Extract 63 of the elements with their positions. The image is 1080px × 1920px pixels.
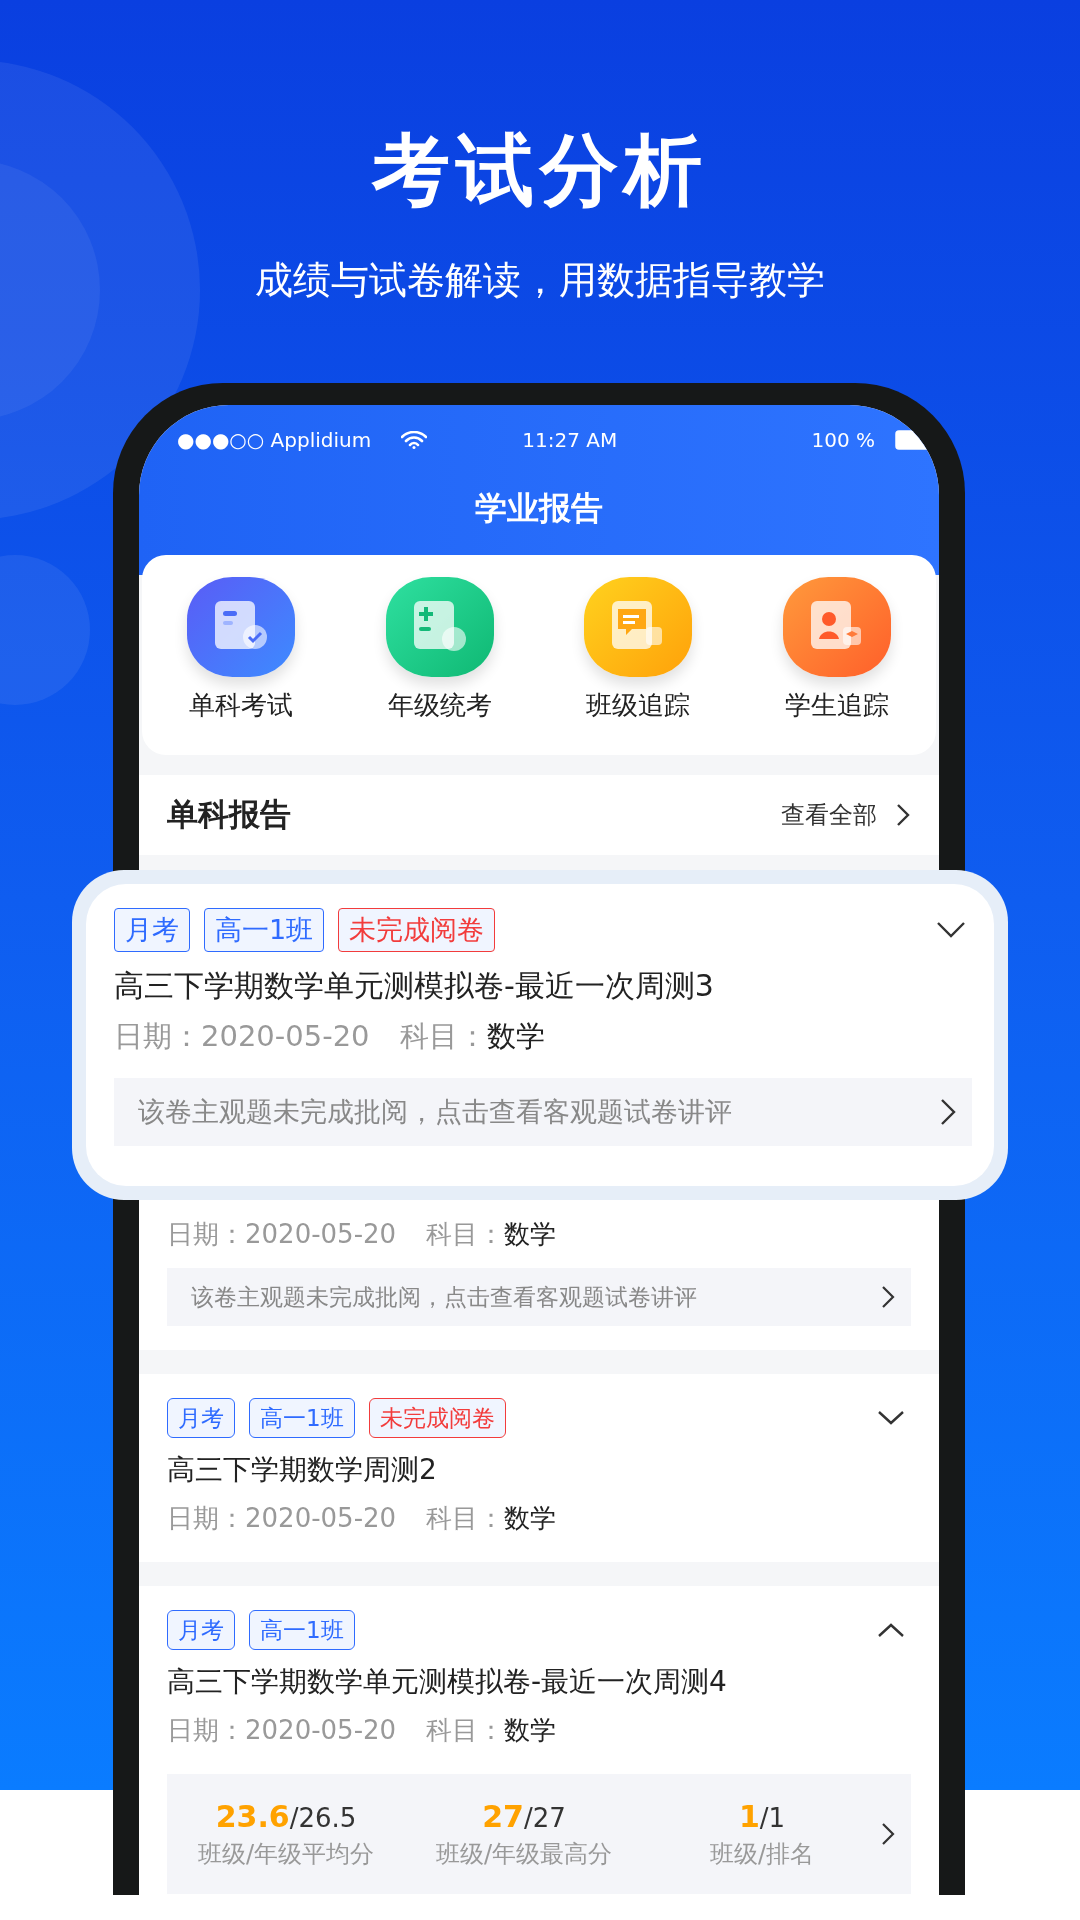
tag-label: 高一1班 <box>204 908 325 952</box>
tag-label: 高一1班 <box>249 1398 355 1438</box>
shortcut-label[interactable]: 学生追踪 <box>784 687 889 723</box>
report-title: 高三下学期数学单元测模拟卷-最近一次周测4 <box>167 1664 728 1700</box>
tag-label: 月考 <box>167 1398 235 1438</box>
carrier-text: ●●●○○ Applidium <box>177 428 372 452</box>
plus-document-icon[interactable] <box>385 577 494 677</box>
subject-value: 数学 <box>504 1502 557 1535</box>
chevron-down-icon[interactable] <box>936 921 966 939</box>
view-all-link[interactable]: 查看全部 <box>781 799 877 831</box>
tag-label: 未完成阅卷 <box>338 908 496 952</box>
subject-value: 数学 <box>504 1714 557 1747</box>
chevron-right-icon <box>940 1098 956 1126</box>
tag-label: 月考 <box>114 908 190 952</box>
report-card[interactable]: 月考 高一1班 高三下学期数学单元测模拟卷-最近一次周测4 日期：2020-05-20 科目：数学 23.6/26.5 班级/年级平均分 27/27 班级/年级最高分 1/1 班级/排名 <box>139 1586 939 1895</box>
note-text: 该卷主观题未完成批阅，点击查看客观题试卷讲评 <box>191 1282 698 1312</box>
tag-label: 月考 <box>167 1610 235 1650</box>
subject-value: 数学 <box>504 1218 557 1251</box>
stat-value: 23.6/26.5 <box>214 1798 358 1834</box>
chevron-right-icon <box>881 1285 895 1309</box>
battery-text: 100 % <box>811 428 875 452</box>
stat-label: 班级/年级最高分 <box>434 1838 614 1870</box>
date-label: 日期： <box>167 1714 245 1747</box>
status-time: 11:27 AM <box>522 428 618 452</box>
stat-value: 27/27 <box>481 1798 567 1834</box>
date-value: 2020-05-20 <box>245 1502 397 1535</box>
date-value: 2020-05-20 <box>201 1018 370 1055</box>
wifi-icon <box>401 431 428 449</box>
report-title: 高三下学期数学单元测模拟卷-最近一次周测3 <box>114 967 715 1005</box>
date-value: 2020-05-20 <box>245 1714 397 1747</box>
note-text: 该卷主观题未完成批阅，点击查看客观题试卷讲评 <box>138 1095 733 1129</box>
stat-label: 班级/排名 <box>708 1838 816 1870</box>
header-title: 学业报告 <box>474 488 604 529</box>
subject-value: 数学 <box>486 1018 545 1055</box>
chevron-up-icon[interactable] <box>877 1622 905 1638</box>
date-value: 2020-05-20 <box>245 1218 397 1251</box>
stat-label: 班级/年级平均分 <box>196 1838 376 1870</box>
date-label: 日期： <box>114 1018 201 1055</box>
subject-label: 科目： <box>426 1714 505 1747</box>
chevron-right-icon <box>895 802 911 828</box>
chevron-right-icon <box>881 1822 895 1846</box>
tag-label: 未完成阅卷 <box>368 1398 506 1438</box>
shortcut-label[interactable]: 年级统考 <box>387 687 492 723</box>
shortcut-label[interactable]: 班级追踪 <box>586 687 691 723</box>
document-check-icon[interactable] <box>187 577 296 677</box>
date-label: 日期： <box>167 1218 245 1251</box>
subject-label: 科目： <box>426 1218 505 1251</box>
subject-label: 科目： <box>426 1502 505 1535</box>
subject-label: 科目： <box>399 1018 487 1055</box>
shortcut-label[interactable]: 单科考试 <box>189 687 294 723</box>
stat-value: 1/1 <box>737 1798 787 1834</box>
tag-label: 高一1班 <box>249 1610 355 1650</box>
poster-subtitle: 成绩与试卷解读，用数据指导教学 <box>254 257 826 304</box>
poster-title: 考试分析 <box>370 124 709 215</box>
featured-report-card[interactable]: 月考 高一1班 未完成阅卷 高三下学期数学单元测模拟卷-最近一次周测3 日期：2020-05-20 科目：数学 该卷主观题未完成批阅，点击查看客观题试卷讲评 <box>86 884 994 1186</box>
chevron-down-icon[interactable] <box>877 1410 905 1426</box>
stats-panel[interactable]: 23.6/26.5 班级/年级平均分 27/27 班级/年级最高分 1/1 班级/排名 <box>167 1774 911 1894</box>
report-card[interactable]: 月考 高一1班 未完成阅卷 高三下学期数学周测2 日期：2020-05-20 科目：数学 <box>139 1374 939 1562</box>
report-card[interactable]: 日期：2020-05-20 科目：数学 该卷主观题未完成批阅，点击查看客观题试卷讲评 <box>139 1200 939 1350</box>
report-title: 高三下学期数学周测2 <box>167 1452 438 1488</box>
date-label: 日期： <box>167 1502 245 1535</box>
section-title: 单科报告 <box>167 795 291 834</box>
person-cap-icon[interactable] <box>782 577 891 677</box>
